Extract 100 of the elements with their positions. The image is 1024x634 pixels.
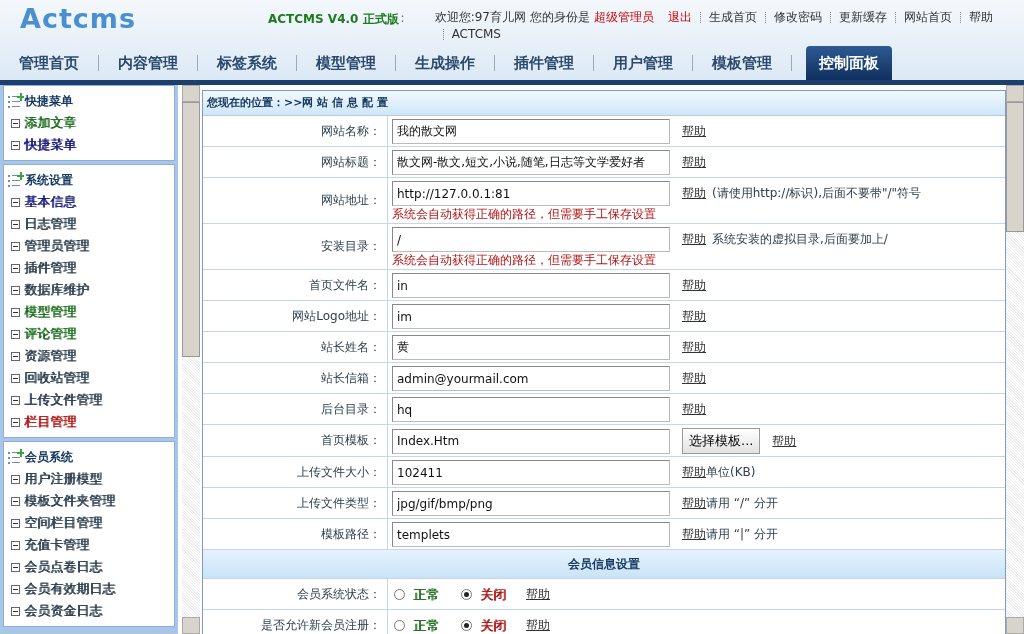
field-label: 网站地址： [321,192,381,209]
field-label: 网站名称： [321,122,381,140]
nav-tab[interactable]: 管理首页 [10,46,88,80]
hint-text: 请用 “/” 分开 [706,495,779,512]
menu-item[interactable]: 上传文件管理 [24,391,102,409]
menu-item[interactable]: 管理员管理 [24,237,89,255]
menu-item[interactable]: 用户注册模型 [24,470,102,488]
input-field[interactable]: in [392,273,670,298]
header-link[interactable]: 更新缓存 [838,10,887,25]
input-field[interactable]: Index.Htm [392,428,670,454]
collapse-icon [11,606,20,616]
nav-tab[interactable]: 模型管理 [307,46,385,80]
help-link[interactable]: 帮助 [682,185,706,202]
help-link[interactable]: 帮助 [682,370,706,387]
radio-button[interactable] [394,620,405,631]
hint-text: 请用 “|” 分开 [706,526,779,543]
help-link[interactable]: 帮助 [682,401,706,418]
field-label: 模板路径： [321,525,381,543]
input-field[interactable]: 黄 [392,335,670,360]
input-field[interactable]: / [392,227,670,252]
collapse-icon [11,474,20,484]
menu-item[interactable]: 数据库维护 [24,281,89,299]
nav-tab[interactable]: 内容管理 [109,46,187,80]
collapse-icon [11,241,20,251]
collapse-icon [11,197,20,207]
input-field[interactable]: templets [392,522,670,547]
radio-button[interactable] [461,620,472,631]
collapse-icon [11,140,20,150]
menu-group-title[interactable]: 会员系统 [25,448,73,466]
input-field[interactable]: http://127.0.0.1:81 [392,181,670,206]
header-link[interactable]: 修改密码 [773,10,822,25]
header-link[interactable]: 帮助 [968,10,993,25]
collapse-icon [11,562,20,572]
hint-text: 系统安装的虚拟目录,后面要加上/ [712,231,888,248]
header-link[interactable]: ACTCMS [451,27,501,42]
nav-tab[interactable]: 标签系统 [208,46,286,80]
help-link[interactable]: 帮助 [526,617,550,634]
menu-item[interactable]: 评论管理 [24,325,76,343]
help-link[interactable]: 帮助 [682,464,706,481]
nav-tab[interactable]: 生成操作 [406,46,484,80]
input-field[interactable]: jpg/gif/bmp/png [392,491,670,516]
menu-group-title[interactable]: 快捷菜单 [25,92,73,110]
menu-item[interactable]: 充值卡管理 [24,536,89,554]
field-label: 上传文件类型： [297,494,381,512]
radio-button[interactable] [394,589,405,600]
hint-text: (请使用http://标识),后面不要带"/"符号 [712,185,922,202]
menu-item[interactable]: 模板文件夹管理 [24,492,115,510]
input-field[interactable]: 我的散文网 [392,119,670,144]
menu-item[interactable]: 日志管理 [24,215,76,233]
help-link[interactable]: 帮助 [682,495,706,512]
input-field[interactable]: 102411 [392,460,670,485]
menu-item[interactable]: 基本信息 [24,193,76,211]
field-label: 网站标题： [321,153,381,171]
menu-item[interactable]: 会员点卷日志 [24,558,102,576]
radio-label: 正常 [413,616,439,634]
help-link[interactable]: 帮助 [682,231,706,248]
logout-link[interactable]: 退出 [667,10,692,25]
radio-label: 正常 [413,585,439,604]
header-link[interactable]: 网站首页 [903,10,952,25]
help-link[interactable]: 帮助 [682,154,706,171]
field-label: 首页文件名： [309,276,381,294]
input-field[interactable]: admin@yourmail.com [392,366,670,391]
input-field[interactable]: 散文网-散文,短文,小说,随笔,日志等文学爱好者 [392,150,670,175]
menu-item[interactable]: 模型管理 [24,303,76,321]
collapse-icon [11,584,20,594]
help-link[interactable]: 帮助 [682,339,706,356]
help-link[interactable]: 帮助 [526,586,550,603]
logo: Actcms [20,4,138,34]
menu-item[interactable]: 添加文章 [24,114,76,132]
collapse-icon [11,307,20,317]
header-link[interactable]: 生成首页 [708,10,757,25]
hint-text: 单位(KB) [706,464,756,481]
menu-item[interactable]: 回收站管理 [24,369,89,387]
menu-item[interactable]: 插件管理 [24,259,76,277]
breadcrumb: 您现在的位置：>>网 站 信 息 配 置 [203,91,1005,116]
radio-button[interactable] [461,589,472,600]
nav-tab[interactable]: 控制面板 [806,46,892,80]
menu-item[interactable]: 会员资金日志 [24,602,102,620]
help-link[interactable]: 帮助 [682,308,706,325]
help-link[interactable]: 帮助 [682,123,706,140]
menu-item[interactable]: 资源管理 [24,347,76,365]
input-field[interactable]: im [392,304,670,329]
nav-tab[interactable]: 插件管理 [505,46,583,80]
nav-tab[interactable]: 用户管理 [604,46,682,80]
help-link[interactable]: 帮助 [682,526,706,543]
menu-group-title[interactable]: 系统设置 [25,171,73,189]
section-header: 会员信息设置 [203,550,1005,579]
field-label: 网站Logo地址： [292,307,381,325]
menu-item[interactable]: 快捷菜单 [24,136,76,154]
radio-label: 关闭 [480,616,506,634]
nav-tab[interactable]: 模板管理 [703,46,781,80]
help-link[interactable]: 帮助 [682,277,706,294]
input-field[interactable]: hq [392,397,670,422]
collapse-icon [11,351,20,361]
menu-item[interactable]: 会员有效期日志 [24,580,115,598]
menu-item[interactable]: 空间栏目管理 [24,514,102,532]
welcome-text: 欢迎您:97育儿网 您的身份是 [434,10,590,25]
help-link[interactable]: 帮助 [772,432,797,450]
menu-item[interactable]: 栏目管理 [24,413,76,431]
choose-template-button[interactable]: 选择模板... [682,428,761,454]
